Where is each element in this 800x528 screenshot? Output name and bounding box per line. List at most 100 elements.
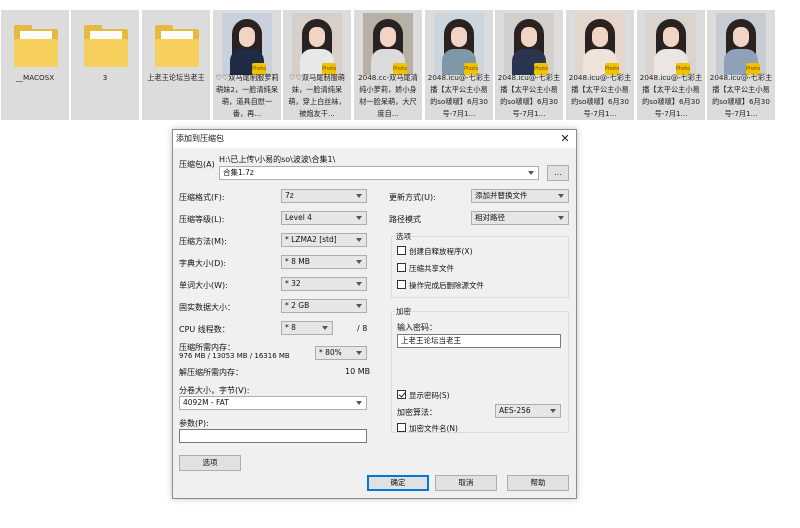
options-button[interactable]: 选项 [179,455,241,471]
encrypt-group-title: 加密 [395,306,412,317]
chevron-down-icon [355,397,364,409]
params-input[interactable] [179,429,367,443]
sfx-checkbox[interactable] [397,246,406,255]
file-name: 2048.icu@-七彩主播【太平公主小易的so啵啵】6月30号-7月1... [639,73,703,118]
path-select[interactable]: 相对路径 [471,211,569,225]
chevron-down-icon [355,256,364,268]
mem-decomp-label: 解压缩所需内存： [179,368,243,377]
mem-comp-detail: 976 MB / 13053 MB / 16316 MB [179,352,290,360]
encrypt-names-checkbox[interactable] [397,423,406,432]
mem-comp-select[interactable]: * 80% [315,346,367,360]
folder-item[interactable]: __MACOSX [1,10,69,120]
image-file-item[interactable]: Photo 2048.icu@-七彩主播【太平公主小易的so啵啵】6月30号-7月… [425,10,493,120]
image-thumbnail: Photo [716,13,766,75]
archive-name-value: 合集1.7z [223,168,254,177]
show-password-checkbox[interactable] [397,390,406,399]
chevron-down-icon [321,322,330,334]
chevron-down-icon [355,212,364,224]
mem-comp-value: * 80% [319,348,342,357]
encrypt-names-label: 加密文件名(N) [409,424,458,433]
image-file-item[interactable]: Photo 2048.icu@-七彩主播【太平公主小易的so啵啵】6月30号-7月… [637,10,705,120]
split-combo[interactable]: 4092M - FAT [179,396,367,410]
delete-checkbox[interactable] [397,280,406,289]
password-input[interactable]: 上老王论坛当老王 [397,334,561,348]
cpu-value: * 8 [285,323,296,332]
method-value: * LZMA2 [std] [285,235,337,244]
image-thumbnail: Photo [575,13,625,75]
ok-button[interactable]: 确定 [367,475,429,491]
split-label: 分卷大小，字节(V): [179,386,250,395]
archive-name-combo[interactable]: 合集1.7z [219,166,539,180]
image-thumbnail: Photo [434,13,484,75]
chevron-down-icon [549,405,558,417]
delete-label: 操作完成后删除源文件 [409,281,484,290]
solid-select[interactable]: * 2 GB [281,299,367,313]
file-name: 3 [102,73,108,82]
dict-select[interactable]: * 8 MB [281,255,367,269]
cpu-max: / 8 [357,324,368,333]
browse-button[interactable]: ... [547,165,569,181]
word-label: 单词大小(W): [179,281,228,290]
folder-icon [151,13,201,75]
file-name: ♡♡双马尾制服萌妹，一脸清纯呆萌，穿上白丝袜，被炮友干... [288,73,346,118]
image-file-item[interactable]: Photo ♡♡双马尾制服萝莉萌妹2，一脸清纯呆萌，道具自慰一番，再... [213,10,281,120]
path-value: 相对路径 [475,213,505,222]
close-icon[interactable]: ✕ [557,131,573,147]
mem-decomp-value: 10 MB [345,367,371,376]
folder-item[interactable]: 3 [71,10,139,120]
image-file-item[interactable]: Photo 2048.icu@-七彩主播【太平公主小易的so啵啵】6月30号-7月… [566,10,634,120]
params-label: 参数(P): [179,419,209,428]
format-value: 7z [285,191,294,200]
archive-label: 压缩包(A) [179,160,215,169]
update-value: 添加并替换文件 [475,191,528,200]
chevron-down-icon [355,190,364,202]
image-file-item[interactable]: Photo 2048.icu@-七彩主播【太平公主小易的so啵啵】6月30号-7月… [495,10,563,120]
update-label: 更新方式(U): [389,193,436,202]
chevron-down-icon [355,347,364,359]
encrypt-method-select[interactable]: AES-256 [495,404,561,418]
dict-label: 字典大小(D): [179,259,227,268]
level-label: 压缩等级(L): [179,215,225,224]
file-name: 上老王论坛当老王 [147,73,205,82]
cpu-label: CPU 线程数： [179,325,230,334]
split-value: 4092M - FAT [183,398,229,407]
encrypt-method-value: AES-256 [499,406,531,415]
file-name: ♡♡双马尾制服萝莉萌妹2，一脸清纯呆萌，道具自慰一番，再... [215,73,279,118]
show-password-label: 显示密码(S) [409,391,450,400]
level-select[interactable]: Level 4 [281,211,367,225]
image-thumbnail: Photo [363,13,413,75]
method-label: 压缩方法(M): [179,237,227,246]
image-file-item[interactable]: Photo 2048.icu@-七彩主播【太平公主小易的so啵啵】6月30号-7月… [707,10,775,120]
help-button[interactable]: 帮助 [507,475,569,491]
sfx-label: 创建自释放程序(X) [409,247,473,256]
shared-label: 压缩共享文件 [409,264,454,273]
add-to-archive-dialog: 添加到压缩包 ✕ 压缩包(A) H:\已上传\小易的so\波波\合集1\ 合集1… [172,129,577,499]
solid-value: * 2 GB [285,301,310,310]
password-label: 输入密码： [397,323,437,332]
format-label: 压缩格式(F): [179,193,225,202]
encrypt-method-label: 加密算法： [397,408,437,417]
dialog-titlebar[interactable]: 添加到压缩包 ✕ [173,130,576,148]
file-name: 2048.icu@-七彩主播【太平公主小易的so啵啵】6月30号-7月1... [427,73,491,118]
cpu-select[interactable]: * 8 [281,321,333,335]
word-value: * 32 [285,279,301,288]
path-label: 路径模式 [389,215,421,224]
format-select[interactable]: 7z [281,189,367,203]
folder-item[interactable]: 上老王论坛当老王 [142,10,210,120]
options-group-title: 选项 [395,231,412,242]
file-grid: __MACOSX 3 上老王论坛当老王 Photo ♡♡双马尾制服萝莉萌妹2，一脸清纯呆… [0,10,800,122]
update-select[interactable]: 添加并替换文件 [471,189,569,203]
file-name: 2048.cc-双马尾清纯小萝莉，娇小身材一脸呆萌，大尺度自... [358,73,418,118]
folder-icon [10,13,60,75]
image-thumbnail: Photo [292,13,342,75]
cancel-button[interactable]: 取消 [435,475,497,491]
image-file-item[interactable]: Photo ♡♡双马尾制服萌妹，一脸清纯呆萌，穿上白丝袜，被炮友干... [283,10,351,120]
method-select[interactable]: * LZMA2 [std] [281,233,367,247]
image-thumbnail: Photo [222,13,272,75]
word-select[interactable]: * 32 [281,277,367,291]
file-name: 2048.icu@-七彩主播【太平公主小易的so啵啵】6月30号-7月1... [709,73,773,118]
shared-checkbox[interactable] [397,263,406,272]
file-name: __MACOSX [15,73,55,82]
image-file-item[interactable]: Photo 2048.cc-双马尾清纯小萝莉，娇小身材一脸呆萌，大尺度自... [354,10,422,120]
dict-value: * 8 MB [285,257,310,266]
